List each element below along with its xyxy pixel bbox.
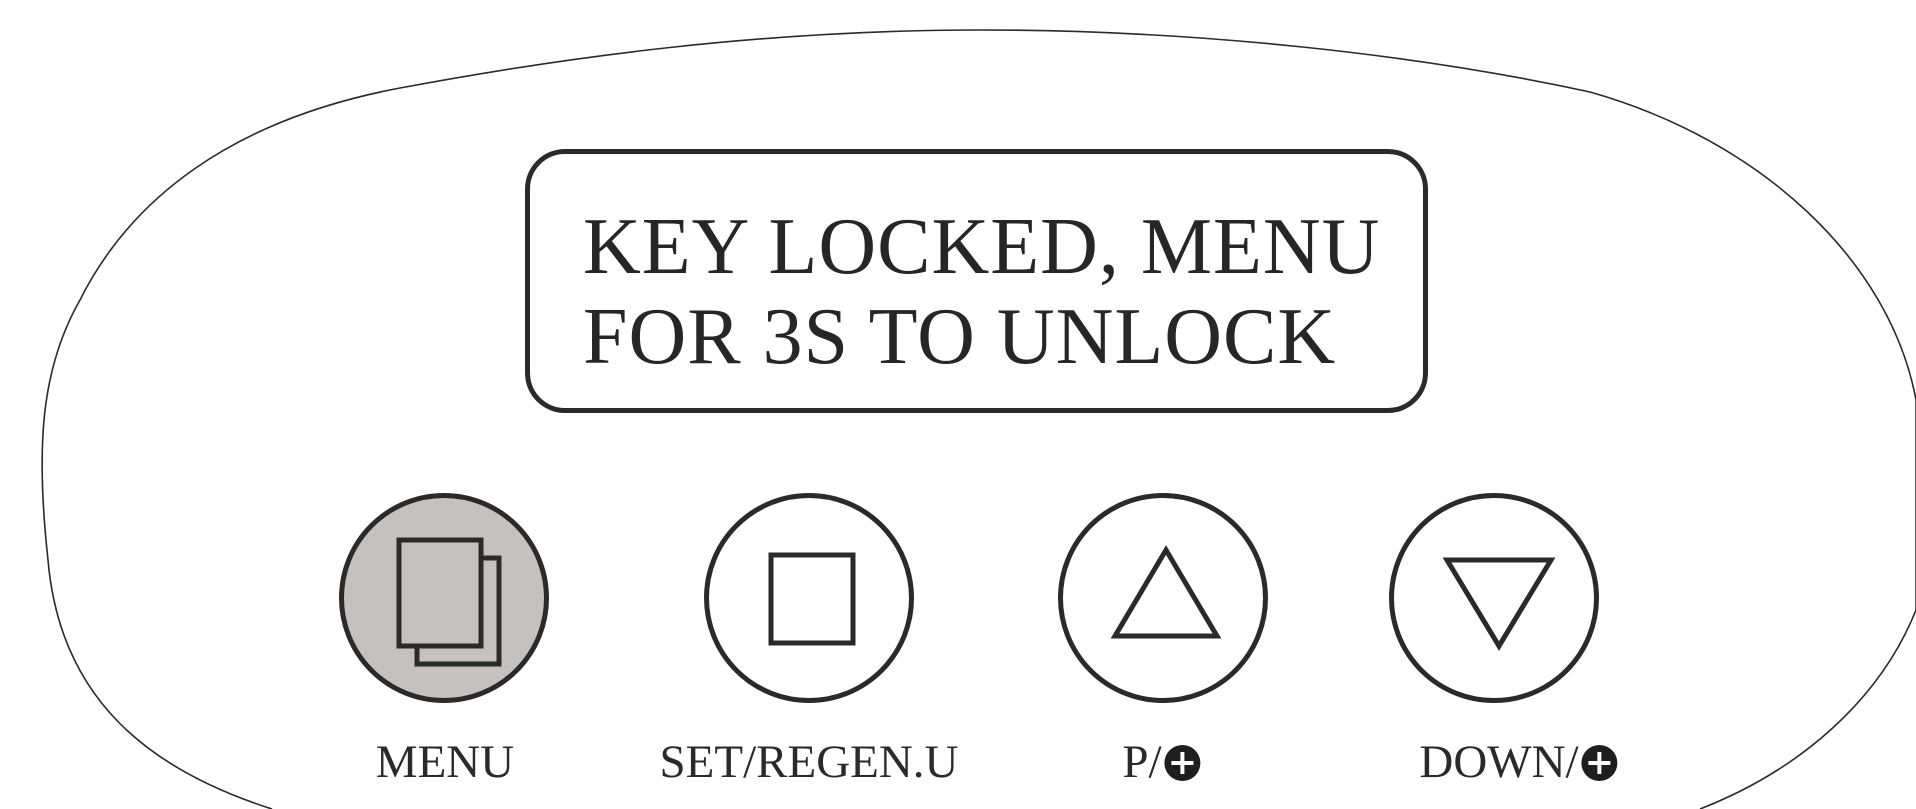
lcd-line-1: KEY LOCKED, MENU <box>583 203 1381 291</box>
lcd-display: KEY LOCKED, MENU FOR 3S TO UNLOCK <box>525 149 1428 413</box>
plus-circle-icon <box>1581 745 1618 782</box>
lcd-message: KEY LOCKED, MENU FOR 3S TO UNLOCK <box>583 202 1380 382</box>
down-button[interactable] <box>1389 493 1599 703</box>
square-icon <box>768 552 856 646</box>
plus-circle-icon <box>1164 745 1201 782</box>
menu-button[interactable] <box>339 493 549 703</box>
up-button[interactable] <box>1058 493 1268 703</box>
up-button-label: P/ <box>1122 735 1201 789</box>
set-regen-button-label: SET/REGEN.U <box>659 736 959 788</box>
lcd-line-2: FOR 3S TO UNLOCK <box>583 293 1337 381</box>
menu-button-label: MENU <box>375 736 515 788</box>
menu-pages-icon <box>396 537 502 667</box>
up-triangle-icon <box>1110 545 1222 639</box>
down-button-label: DOWN/ <box>1419 735 1618 789</box>
set-regen-button[interactable] <box>704 493 914 703</box>
down-triangle-icon <box>1442 557 1556 651</box>
